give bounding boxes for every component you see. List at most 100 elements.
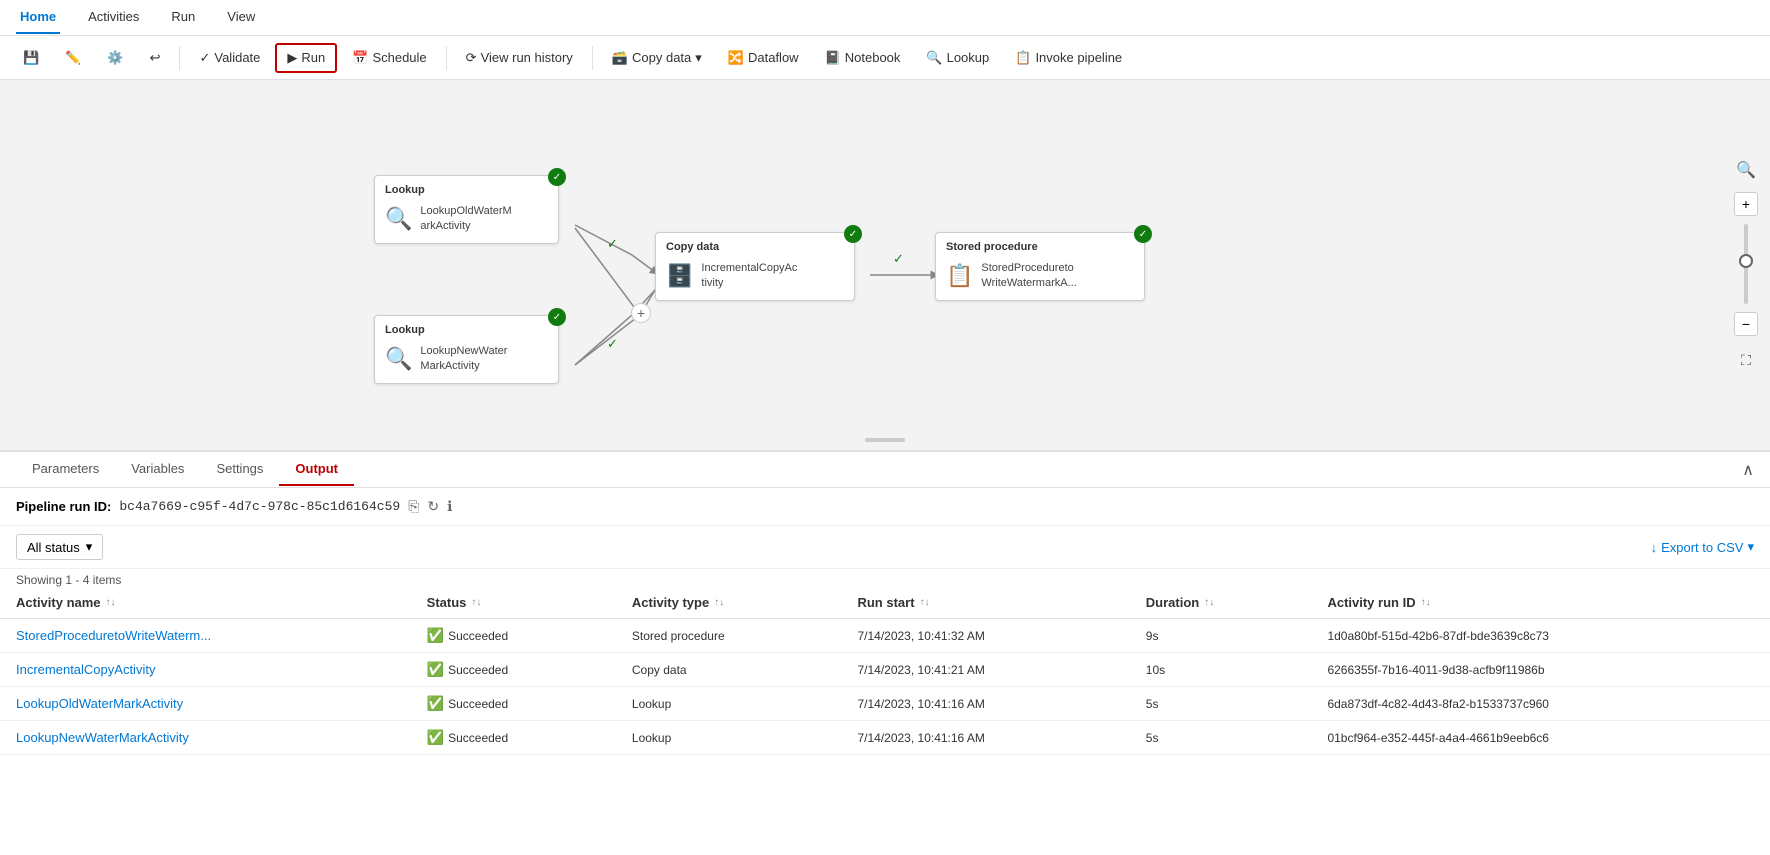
lookup1-check: ✓ (548, 168, 566, 186)
cell-status: ✅Succeeded (411, 619, 616, 653)
lookup1-icon: 🔍 (385, 206, 412, 232)
settings-button[interactable]: ⚙️ (96, 44, 134, 72)
view-run-history-button[interactable]: ⟳ View run history (455, 44, 584, 72)
col-activity-type[interactable]: Activity type ↑↓ (616, 587, 842, 619)
copy-data-button[interactable]: 🗃️ Copy data ▾ (601, 44, 713, 72)
success-icon: ✅ (427, 695, 444, 711)
status-filter-dropdown[interactable]: All status ▾ (16, 534, 103, 560)
cell-run-start: 7/14/2023, 10:41:21 AM (841, 653, 1129, 687)
stored-procedure-check: ✓ (1134, 225, 1152, 243)
lookup2-check: ✓ (548, 308, 566, 326)
copy-data-icon: 🗄️ (666, 263, 693, 289)
tab-settings[interactable]: Settings (200, 453, 279, 486)
schedule-button[interactable]: 📅 Schedule (341, 44, 437, 72)
lookup2-node[interactable]: Lookup ✓ 🔍 LookupNewWaterMarkActivity (374, 315, 559, 384)
nav-home[interactable]: Home (16, 1, 60, 34)
toolbar: 💾 ✏️ ⚙️ ↩ ✓ Validate ▶ Run 📅 Schedule ⟳ … (0, 36, 1770, 80)
cell-run-start: 7/14/2023, 10:41:32 AM (841, 619, 1129, 653)
zoom-out-button[interactable]: − (1734, 312, 1758, 336)
nav-activities[interactable]: Activities (84, 1, 143, 34)
undo-button[interactable]: ↩ (139, 44, 172, 72)
run-info-bar: Pipeline run ID: bc4a7669-c95f-4d7c-978c… (0, 488, 1770, 526)
success-icon: ✅ (427, 627, 444, 643)
invoke-icon: 📋 (1015, 50, 1031, 66)
zoom-controls: 🔍 + − ⛶ (1734, 160, 1758, 369)
copy-data-label: IncrementalCopyActivity (701, 261, 797, 292)
sort-icon-run-id: ↑↓ (1421, 597, 1431, 608)
cell-activity-name[interactable]: IncrementalCopyActivity (0, 653, 411, 687)
svg-text:✓: ✓ (607, 236, 618, 251)
connector-lines: ✓ ✓ ✓ (0, 80, 1770, 450)
table-row[interactable]: LookupOldWaterMarkActivity✅SucceededLook… (0, 687, 1770, 721)
cell-status: ✅Succeeded (411, 687, 616, 721)
table-row[interactable]: IncrementalCopyActivity✅SucceededCopy da… (0, 653, 1770, 687)
run-button[interactable]: ▶ Run (275, 43, 337, 73)
cell-run-id: 6da873df-4c82-4d43-8fa2-b1533737c960 (1311, 687, 1770, 721)
search-canvas-icon[interactable]: 🔍 (1736, 160, 1756, 180)
export-csv-button[interactable]: ↓ Export to CSV ▾ (1651, 539, 1754, 555)
plus-connector-button[interactable]: + (631, 303, 651, 323)
toolbar-separator-3 (592, 46, 593, 70)
cell-activity-name[interactable]: LookupOldWaterMarkActivity (0, 687, 411, 721)
lookup2-label: LookupNewWaterMarkActivity (420, 344, 507, 375)
zoom-in-button[interactable]: + (1734, 192, 1758, 216)
lookup-button[interactable]: 🔍 Lookup (915, 44, 1000, 72)
lookup-toolbar-icon: 🔍 (926, 50, 942, 66)
table-row[interactable]: StoredProceduretoWriteWaterm...✅Succeede… (0, 619, 1770, 653)
dataflow-button[interactable]: 🔀 Dataflow (717, 44, 810, 72)
cell-activity-name[interactable]: StoredProceduretoWriteWaterm... (0, 619, 411, 653)
lookup1-node[interactable]: Lookup ✓ 🔍 LookupOldWaterMarkActivity (374, 175, 559, 244)
undo-icon: ↩ (150, 50, 161, 66)
validate-button[interactable]: ✓ Validate (188, 44, 271, 72)
invoke-pipeline-button[interactable]: 📋 Invoke pipeline (1004, 44, 1133, 72)
success-icon: ✅ (427, 729, 444, 745)
lookup1-header: Lookup (385, 184, 548, 196)
sort-icon-type: ↑↓ (714, 597, 724, 608)
tab-parameters[interactable]: Parameters (16, 453, 115, 486)
refresh-icon[interactable]: ↻ (427, 498, 439, 515)
nav-view[interactable]: View (223, 1, 259, 34)
sort-icon-duration: ↑↓ (1204, 597, 1214, 608)
table-row[interactable]: LookupNewWaterMarkActivity✅SucceededLook… (0, 721, 1770, 755)
nav-run[interactable]: Run (167, 1, 199, 34)
col-status[interactable]: Status ↑↓ (411, 587, 616, 619)
success-icon: ✅ (427, 661, 444, 677)
stored-procedure-icon: 📋 (946, 263, 973, 289)
cell-run-id: 01bcf964-e352-445f-a4a4-4661b9eeb6c6 (1311, 721, 1770, 755)
stored-procedure-node[interactable]: Stored procedure ✓ 📋 StoredProceduretoWr… (935, 232, 1145, 301)
cell-activity-name[interactable]: LookupNewWaterMarkActivity (0, 721, 411, 755)
toolbar-separator-1 (179, 46, 180, 70)
col-duration[interactable]: Duration ↑↓ (1130, 587, 1312, 619)
calendar-icon: 📅 (352, 50, 368, 66)
save-button[interactable]: 💾 (12, 44, 50, 72)
showing-text: Showing 1 - 4 items (0, 569, 1770, 587)
copy-run-id-icon[interactable]: ⎘ (408, 498, 419, 515)
tab-variables[interactable]: Variables (115, 453, 200, 486)
notebook-icon: 📓 (825, 50, 841, 66)
copy-data-node[interactable]: Copy data ✓ 🗄️ IncrementalCopyActivity (655, 232, 855, 301)
stored-procedure-header: Stored procedure (946, 241, 1134, 253)
settings-icon: ⚙️ (107, 50, 123, 66)
info-icon[interactable]: ℹ (447, 498, 452, 515)
toolbar-separator-2 (446, 46, 447, 70)
dataflow-icon: 🔀 (728, 50, 744, 66)
sort-icon-run-start: ↑↓ (920, 597, 930, 608)
tab-output[interactable]: Output (279, 453, 354, 486)
cell-duration: 5s (1130, 721, 1312, 755)
play-icon: ▶ (287, 50, 297, 66)
checkmark-icon: ✓ (199, 50, 210, 66)
pipeline-run-id-value: bc4a7669-c95f-4d7c-978c-85c1d6164c59 (119, 499, 400, 514)
output-table: Activity name ↑↓ Status ↑↓ Activity type… (0, 587, 1770, 755)
lookup2-header: Lookup (385, 324, 548, 336)
panel-collapse-button[interactable]: ∧ (1742, 460, 1754, 480)
col-activity-name[interactable]: Activity name ↑↓ (0, 587, 411, 619)
zoom-slider-thumb[interactable] (1739, 254, 1753, 268)
cell-activity-type: Lookup (616, 721, 842, 755)
fullscreen-button[interactable]: ⛶ (1741, 352, 1751, 369)
col-run-start[interactable]: Run start ↑↓ (841, 587, 1129, 619)
notebook-button[interactable]: 📓 Notebook (814, 44, 912, 72)
col-run-id[interactable]: Activity run ID ↑↓ (1311, 587, 1770, 619)
edit-button[interactable]: ✏️ (54, 44, 92, 72)
svg-text:✓: ✓ (893, 251, 904, 266)
cell-duration: 10s (1130, 653, 1312, 687)
